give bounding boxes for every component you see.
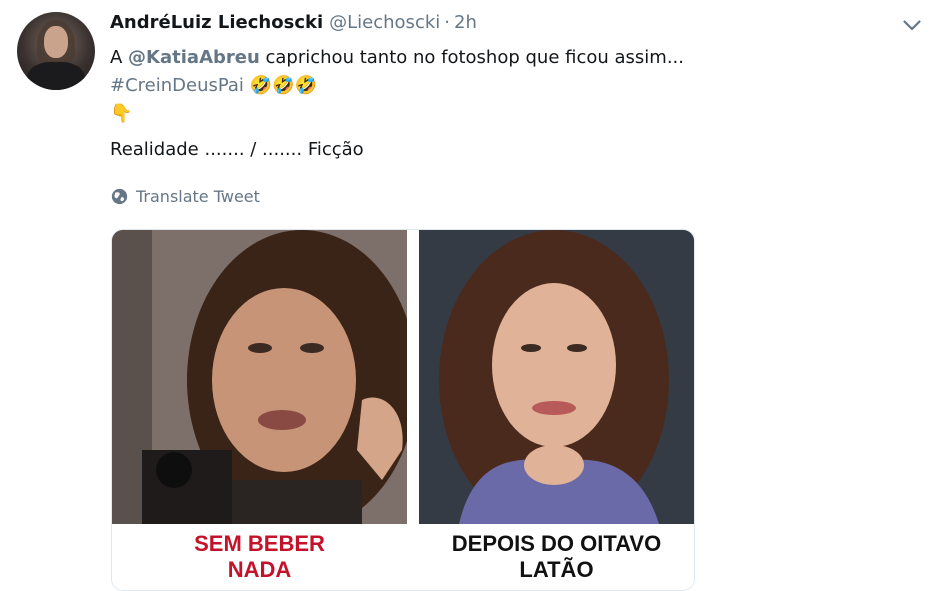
translate-tweet-link[interactable]: Translate Tweet bbox=[111, 187, 260, 206]
left-photo bbox=[112, 230, 407, 524]
hashtag-link[interactable]: #CreinDeusPai bbox=[110, 75, 244, 96]
mention-link[interactable]: @KatiaAbreu bbox=[128, 47, 260, 68]
text-suffix: caprichou tanto no fotoshop que ficou as… bbox=[259, 47, 685, 68]
media-divider bbox=[407, 230, 419, 590]
globe-icon bbox=[111, 188, 128, 205]
user-handle[interactable]: @Liechoscki bbox=[329, 12, 440, 33]
laughing-emoji: 🤣🤣🤣 bbox=[249, 75, 317, 96]
avatar[interactable] bbox=[17, 12, 95, 90]
text-prefix: A bbox=[110, 47, 129, 68]
tweet-line-3: 👇 bbox=[110, 100, 890, 128]
avatar-body bbox=[27, 62, 85, 90]
tweet-media[interactable]: SEM BEBER NADA DEPOIS DO OITAVO LATÃO bbox=[111, 229, 695, 591]
display-name[interactable]: AndréLuiz Liechoscki bbox=[110, 12, 323, 33]
left-caption-line2: NADA bbox=[227, 557, 292, 582]
pointing-down-emoji: 👇 bbox=[110, 103, 133, 124]
right-caption-line2: LATÃO bbox=[519, 557, 594, 582]
tweet-line-4: Realidade ....... / ....... Ficção bbox=[110, 139, 364, 160]
right-caption-line1: DEPOIS DO OITAVO bbox=[451, 531, 662, 556]
avatar-face bbox=[44, 26, 68, 58]
chevron-down-icon[interactable] bbox=[902, 17, 922, 33]
tweet-line-1: A @KatiaAbreu caprichou tanto no fotosho… bbox=[110, 44, 890, 72]
separator-dot: · bbox=[444, 12, 450, 33]
right-caption: DEPOIS DO OITAVO LATÃO bbox=[419, 524, 694, 590]
tweet-line-2: #CreinDeusPai 🤣🤣🤣 bbox=[110, 72, 890, 100]
media-panel-right[interactable]: DEPOIS DO OITAVO LATÃO bbox=[419, 230, 694, 590]
timestamp[interactable]: 2h bbox=[454, 12, 477, 33]
right-photo bbox=[419, 230, 694, 524]
tweet-text: A @KatiaAbreu caprichou tanto no fotosho… bbox=[110, 44, 890, 164]
tweet-header: AndréLuiz Liechoscki @Liechoscki · 2h bbox=[110, 12, 880, 38]
left-caption-line1: SEM BEBER bbox=[194, 531, 325, 556]
media-panel-left[interactable]: SEM BEBER NADA bbox=[112, 230, 407, 590]
translate-label: Translate Tweet bbox=[136, 187, 260, 206]
left-caption: SEM BEBER NADA bbox=[112, 524, 407, 590]
